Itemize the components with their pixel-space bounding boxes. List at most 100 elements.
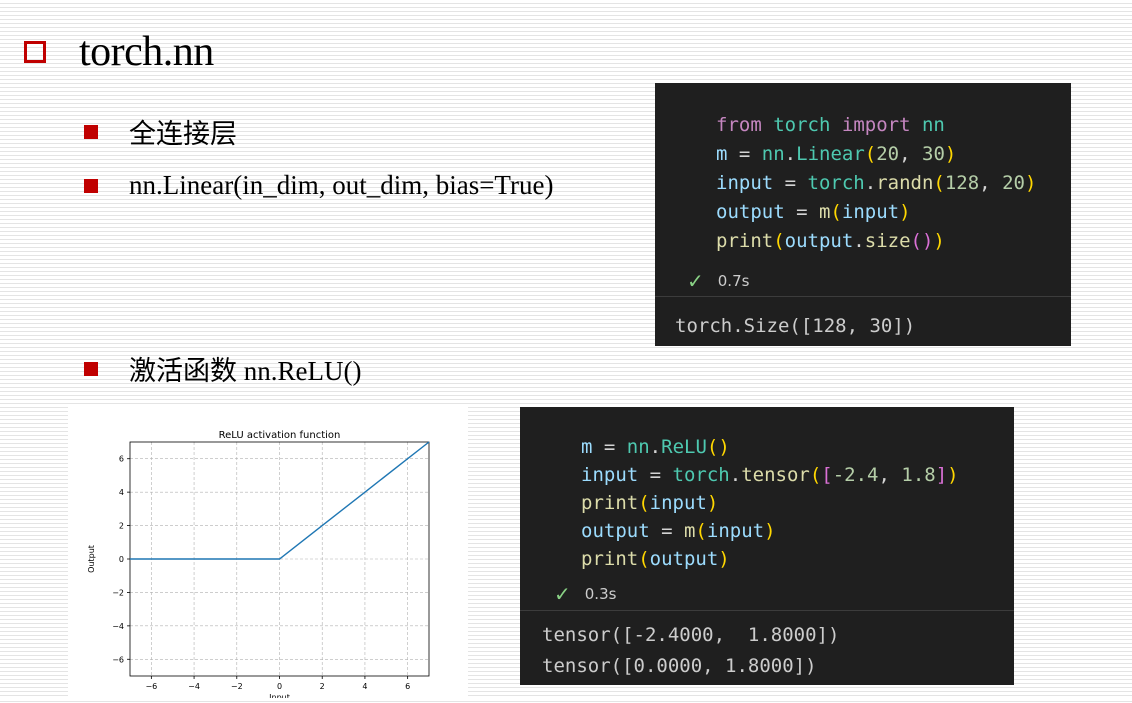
code-token: output [649, 548, 719, 570]
code-token: output [784, 230, 854, 252]
code-token: 20 [876, 143, 900, 165]
y-tick-label: 2 [119, 522, 124, 531]
output-divider [520, 610, 1014, 611]
y-tick-label: 4 [119, 488, 124, 497]
code-token: ) [921, 230, 934, 252]
code-token: input [581, 464, 639, 486]
cell-status: ✓ 0.7s [687, 269, 749, 293]
code-token: ) [718, 548, 730, 570]
bullet-item: nn.Linear(in_dim, out_dim, bias=True) [84, 170, 553, 201]
execution-time: 0.3s [584, 585, 617, 603]
output-line: tensor([-2.4000, 1.8000]) [542, 624, 840, 646]
code-token: ) [899, 201, 911, 223]
code-token: 1.8 [901, 464, 936, 486]
execution-time: 0.7s [717, 272, 750, 290]
code-token: = [784, 201, 819, 223]
x-tick-label: 6 [405, 682, 410, 691]
y-tick-label: 0 [119, 555, 124, 564]
y-tick-label: −6 [112, 655, 124, 664]
code-token: torch [773, 114, 831, 136]
code-line: input = torch.randn(128, 20) [716, 172, 1036, 194]
code-line: input = torch.tensor([-2.4, 1.8]) [581, 464, 959, 486]
code-token: output [581, 520, 650, 542]
code-token: ( [695, 520, 707, 542]
code-token: = [773, 172, 808, 194]
chart-title: ReLU activation function [219, 430, 341, 441]
filled-square-icon [84, 124, 98, 139]
code-token: . [784, 143, 797, 165]
code-token: torch [672, 464, 730, 486]
code-token: ) [1024, 172, 1037, 194]
code-token: ] [935, 464, 948, 486]
x-tick-label: −4 [188, 682, 200, 691]
code-token: ( [638, 492, 650, 514]
code-token: 20 [1002, 172, 1025, 194]
code-token: ReLU [661, 436, 707, 458]
code-line: print(input) [581, 492, 718, 514]
checkmark-icon: ✓ [554, 582, 571, 606]
code-token: from [716, 114, 762, 136]
code-token: nn [761, 143, 785, 165]
code-line: output = m(input) [716, 201, 911, 223]
code-token: -2.4 [832, 464, 879, 486]
hollow-square-icon [24, 41, 46, 63]
code-token: 128 [944, 172, 980, 194]
code-token: ) [718, 436, 730, 458]
code-token: m [581, 436, 593, 458]
code-token: ( [706, 436, 719, 458]
code-token: input [649, 492, 707, 514]
y-tick-label: −4 [112, 622, 124, 631]
code-token: print [581, 548, 639, 570]
x-tick-label: 0 [277, 682, 282, 691]
x-tick-label: −6 [145, 682, 157, 691]
code-token: input [706, 520, 765, 542]
code-token: m [716, 143, 728, 165]
code-token: input [841, 201, 900, 223]
bullet-item: 激活函数 nn.ReLU() [84, 349, 361, 388]
code-token: ( [809, 464, 822, 486]
code-token: . [864, 172, 877, 194]
code-token: print [581, 492, 639, 514]
code-line: m = nn.ReLU() [581, 436, 730, 458]
code-token: [ [821, 464, 833, 486]
output-divider [655, 296, 1071, 297]
slide-title: torch.nn [79, 29, 214, 75]
code-screenshot-relu: m = nn.ReLU() input = torch.tensor([-2.4,… [520, 407, 1014, 685]
checkmark-icon: ✓ [687, 269, 704, 293]
x-tick-label: −2 [231, 682, 243, 691]
code-token: torch [807, 172, 865, 194]
code-token: = [592, 436, 627, 458]
code-token: nn [626, 436, 650, 458]
relu-chart-svg: −6 −4 −2 0 2 4 6 −6 −4 −2 0 2 4 6 ReLU activation func… [87, 430, 430, 702]
filled-square-icon [84, 361, 98, 376]
code-token: m [683, 520, 696, 542]
code-token: . [729, 464, 742, 486]
code-token: ( [910, 230, 922, 252]
slide-title-row: torch.nn [24, 28, 214, 76]
code-token: ( [830, 201, 842, 223]
code-token: . [649, 436, 662, 458]
code-token: m [818, 201, 831, 223]
x-tick-label: 2 [320, 682, 325, 691]
code-token: ) [947, 464, 959, 486]
code-line: m = nn.Linear(20, 30) [716, 143, 956, 165]
cell-status: ✓ 0.3s [554, 582, 616, 606]
code-token: ( [864, 143, 877, 165]
code-token: = [638, 464, 673, 486]
code-line: output = m(input) [581, 520, 776, 542]
code-token: nn [921, 114, 945, 136]
code-token: randn [876, 172, 934, 194]
x-tick-label: 4 [362, 682, 367, 691]
code-token: ) [933, 230, 945, 252]
relu-chart: −6 −4 −2 0 2 4 6 −6 −4 −2 0 2 4 6 ReLU activation func… [68, 405, 468, 702]
code-line: print(output) [581, 548, 730, 570]
output-line: tensor([0.0000, 1.8000]) [542, 655, 817, 677]
code-token: . [853, 230, 865, 252]
code-token: = [727, 143, 762, 165]
bullet-text: 激活函数 nn.ReLU() [129, 356, 362, 386]
code-token: output [716, 201, 785, 223]
code-token: ( [773, 230, 785, 252]
